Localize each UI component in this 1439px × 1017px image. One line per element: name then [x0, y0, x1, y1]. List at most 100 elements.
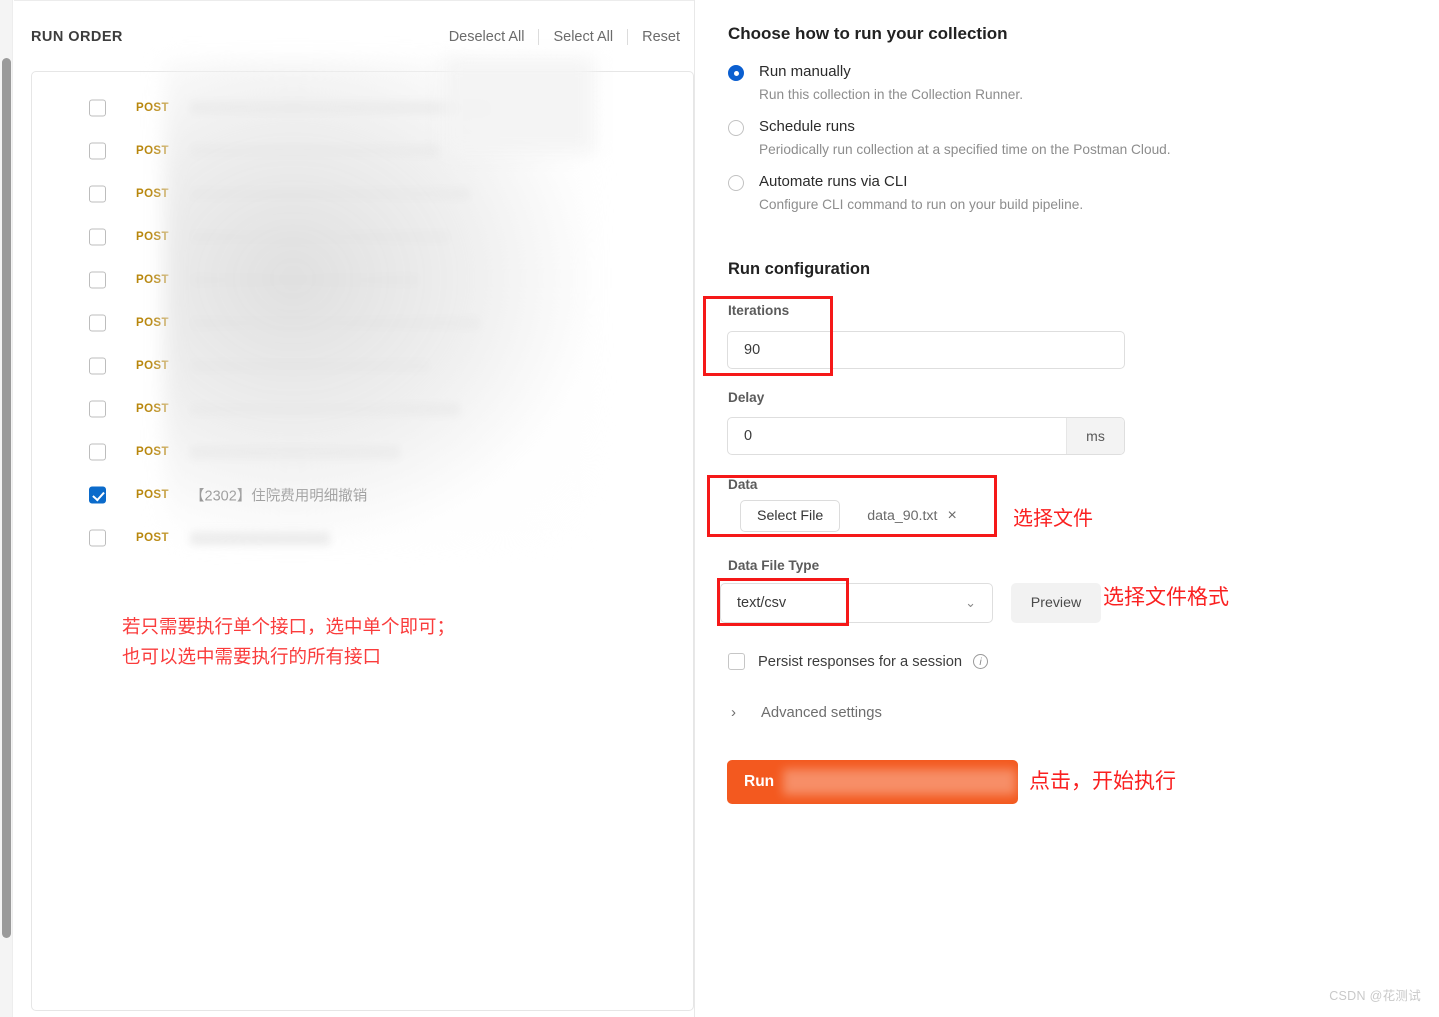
request-method: POST	[136, 488, 169, 501]
request-checkbox-checked[interactable]	[89, 486, 106, 503]
preview-button[interactable]: Preview	[1011, 583, 1101, 623]
run-button-redaction	[783, 769, 1016, 795]
radio-selected-icon[interactable]	[728, 65, 744, 81]
request-method: POST	[136, 101, 169, 114]
request-method: POST	[136, 187, 169, 200]
delay-unit-label: ms	[1066, 418, 1124, 454]
radio-unselected-icon[interactable]	[728, 175, 744, 191]
delay-label: Delay	[728, 390, 765, 405]
run-mode-description: Configure CLI command to run on your bui…	[759, 197, 1084, 212]
request-row[interactable]: POST	[32, 516, 693, 559]
request-row[interactable]: POST	[32, 387, 693, 430]
request-name: 【2302】住院费用明细撤销	[190, 488, 368, 504]
run-mode-schedule-runs[interactable]: Schedule runs Periodically run collectio…	[728, 117, 1288, 159]
annotation-file-format: 选择文件格式	[1103, 586, 1229, 609]
request-checkbox[interactable]	[89, 357, 106, 374]
advanced-settings-label: Advanced settings	[761, 704, 882, 721]
info-icon[interactable]: i	[973, 654, 989, 669]
run-mode-description: Run this collection in the Collection Ru…	[759, 87, 1024, 102]
request-list: POST POST POST POST POST POST POST POST POST POST…	[31, 71, 694, 1011]
request-name	[190, 315, 480, 330]
request-checkbox[interactable]	[89, 400, 106, 417]
request-checkbox[interactable]	[89, 185, 106, 202]
run-button[interactable]: Run	[727, 760, 1018, 804]
annotation-select-file: 选择文件	[1013, 508, 1093, 530]
request-row[interactable]: POST	[32, 172, 693, 215]
clear-file-icon[interactable]: ×	[947, 508, 956, 524]
app-scroll-track[interactable]	[0, 0, 13, 1017]
run-order-actions: Deselect All Select All Reset	[435, 29, 682, 45]
run-mode-label: Automate runs via CLI	[759, 173, 908, 190]
persist-responses-row[interactable]: Persist responses for a session i	[728, 653, 989, 670]
app-scrollbar-thumb[interactable]	[2, 58, 11, 938]
data-file-type-select[interactable]: text/csv ⌄	[720, 583, 993, 623]
request-name	[190, 401, 460, 416]
run-button-label: Run	[744, 773, 775, 790]
request-row[interactable]: POST	[32, 301, 693, 344]
request-row[interactable]: POST	[32, 86, 693, 129]
request-name	[190, 143, 440, 158]
selected-file-name: data_90.txt	[867, 508, 938, 524]
request-row[interactable]: POST	[32, 215, 693, 258]
delay-input[interactable]: 0	[728, 428, 1066, 444]
radio-unselected-icon[interactable]	[728, 120, 744, 136]
delay-input-wrapper[interactable]: 0 ms	[727, 417, 1125, 455]
advanced-settings-toggle[interactable]: › Advanced settings	[731, 704, 882, 721]
iterations-label: Iterations	[728, 303, 790, 318]
request-checkbox[interactable]	[89, 314, 106, 331]
request-method: POST	[136, 273, 169, 286]
persist-responses-label: Persist responses for a session	[758, 653, 963, 670]
persist-responses-checkbox[interactable]	[728, 653, 745, 670]
run-mode-run-manually[interactable]: Run manually Run this collection in the …	[728, 62, 1288, 104]
request-checkbox[interactable]	[89, 142, 106, 159]
request-name	[190, 272, 420, 287]
request-row[interactable]: POST 【2302】住院费用明细撤销	[32, 473, 693, 516]
chevron-right-icon: ›	[731, 704, 736, 721]
data-label: Data	[728, 477, 758, 492]
data-file-type-value: text/csv	[737, 595, 787, 611]
request-name	[190, 358, 430, 373]
run-mode-description: Periodically run collection at a specifi…	[759, 142, 1171, 157]
select-all-button[interactable]: Select All	[539, 29, 627, 45]
request-checkbox[interactable]	[89, 443, 106, 460]
request-method: POST	[136, 445, 169, 458]
request-row[interactable]: POST	[32, 129, 693, 172]
annotation-run: 点击，开始执行	[1029, 770, 1176, 793]
request-checkbox[interactable]	[89, 529, 106, 546]
watermark: CSDN @花测试	[1329, 989, 1421, 1003]
run-configuration-title: Run configuration	[728, 260, 871, 278]
request-method: POST	[136, 402, 169, 415]
request-row[interactable]: POST	[32, 344, 693, 387]
run-order-panel: RUN ORDER Deselect All Select All Reset …	[14, 0, 694, 1017]
data-file-row: Select File data_90.txt ×	[740, 500, 957, 532]
run-mode-radio-group: Run manually Run this collection in the …	[728, 62, 1288, 227]
request-row[interactable]: POST	[32, 430, 693, 473]
reset-button[interactable]: Reset	[628, 29, 682, 45]
request-method: POST	[136, 144, 169, 157]
request-checkbox[interactable]	[89, 228, 106, 245]
left-panel-annotation: 若只需要执行单个接口，选中单个即可； 也可以选中需要执行的所有接口	[122, 616, 456, 667]
select-file-button[interactable]: Select File	[740, 500, 841, 532]
chevron-down-icon: ⌄	[965, 595, 976, 610]
request-row[interactable]: POST	[32, 258, 693, 301]
request-checkbox[interactable]	[89, 271, 106, 288]
request-name	[190, 444, 400, 459]
deselect-all-button[interactable]: Deselect All	[435, 29, 539, 45]
request-checkbox[interactable]	[89, 99, 106, 116]
request-method: POST	[136, 359, 169, 372]
request-method: POST	[136, 316, 169, 329]
run-mode-automate-cli[interactable]: Automate runs via CLI Configure CLI comm…	[728, 172, 1288, 214]
data-file-type-label: Data File Type	[728, 558, 820, 573]
run-order-title: RUN ORDER	[31, 29, 123, 45]
run-settings-title: Choose how to run your collection	[728, 24, 1008, 43]
request-name	[190, 186, 470, 201]
request-name	[190, 229, 450, 244]
request-method: POST	[136, 531, 169, 544]
request-name	[190, 530, 330, 545]
postman-collection-runner-screen: RUN ORDER Deselect All Select All Reset …	[0, 0, 1439, 1017]
request-name	[190, 100, 490, 115]
iterations-input[interactable]: 90	[727, 331, 1125, 369]
request-method: POST	[136, 230, 169, 243]
run-mode-label: Run manually	[759, 63, 851, 80]
run-order-header: RUN ORDER Deselect All Select All Reset	[31, 24, 682, 50]
